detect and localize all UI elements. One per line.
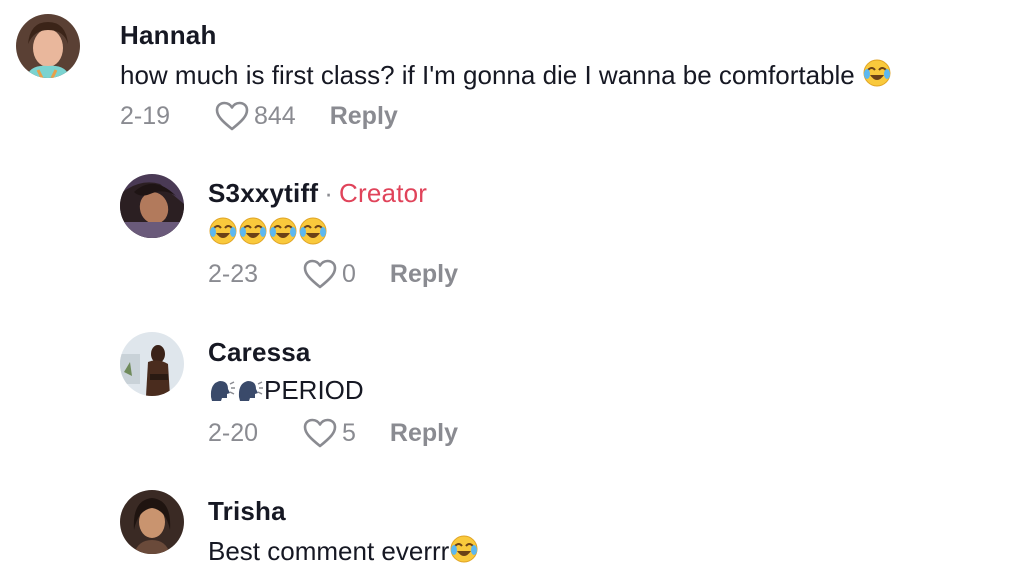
face-with-tears-of-joy-icon (298, 216, 328, 246)
username[interactable]: Hannah (120, 20, 217, 51)
comment-text (208, 216, 328, 249)
heart-icon (303, 259, 337, 289)
comment-text: Best comment everrr (208, 534, 479, 567)
speaking-head-icon (208, 375, 236, 403)
avatar-hannah-icon (16, 14, 80, 78)
face-with-tears-of-joy-icon (238, 216, 268, 246)
heart-icon (303, 418, 337, 448)
avatar-trisha-icon (120, 490, 184, 554)
reply-button[interactable]: Reply (330, 102, 398, 131)
comment-date: 2-19 (120, 101, 171, 130)
like-button[interactable]: 5 (302, 417, 356, 449)
speaking-head-icon (236, 375, 264, 403)
username[interactable]: Caressa (208, 337, 311, 368)
like-count: 0 (342, 259, 356, 288)
comment-meta: 2-20 5 Reply (208, 417, 458, 449)
heart-icon (215, 101, 249, 131)
comment-text: how much is first class? if I'm gonna di… (120, 58, 892, 91)
comment-meta: 2-19 844 Reply (120, 100, 398, 132)
comment-date: 2-20 (208, 418, 259, 447)
avatar[interactable] (16, 14, 80, 78)
face-with-tears-of-joy-icon (268, 216, 298, 246)
reply-button[interactable]: Reply (390, 260, 458, 289)
like-button[interactable]: 844 (214, 100, 296, 132)
avatar[interactable] (120, 332, 184, 396)
reply-button[interactable]: Reply (390, 419, 458, 448)
avatar[interactable] (120, 490, 184, 554)
comment-date: 2-23 (208, 259, 259, 288)
username[interactable]: Trisha (208, 496, 286, 527)
avatar-s3xxytiff-icon (120, 174, 184, 238)
comment-text: PERIOD (208, 375, 364, 406)
creator-badge: Creator (339, 178, 428, 208)
avatar[interactable] (120, 174, 184, 238)
face-with-tears-of-joy-icon (862, 58, 892, 88)
username: S3xxytiff · Creator (208, 178, 427, 209)
face-with-tears-of-joy-icon (208, 216, 238, 246)
username-text[interactable]: S3xxytiff (208, 178, 318, 208)
separator-dot: · (324, 178, 334, 208)
avatar-caressa-icon (120, 332, 184, 396)
comment-meta: 2-23 0 Reply (208, 258, 458, 290)
like-count: 5 (342, 418, 356, 447)
like-count: 844 (254, 101, 296, 130)
like-button[interactable]: 0 (302, 258, 356, 290)
face-with-tears-of-joy-icon (449, 534, 479, 564)
